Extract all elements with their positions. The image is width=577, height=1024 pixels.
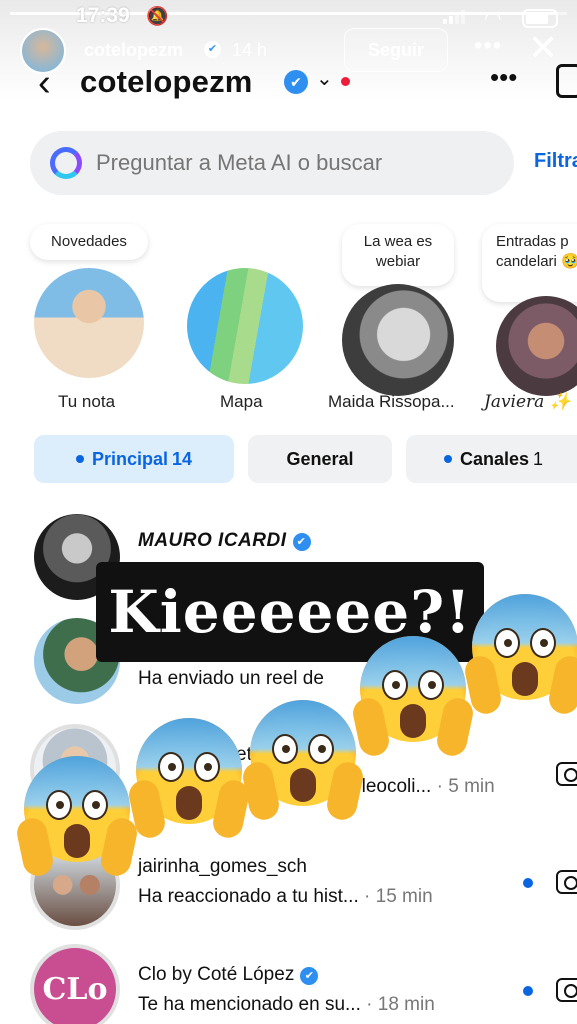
note-label: Tu nota — [58, 392, 116, 411]
verified-icon: ✔ — [292, 533, 311, 551]
face-screaming-in-fear-icon — [240, 700, 366, 823]
tab-count: 1 — [533, 448, 544, 469]
face-screaming-in-fear-icon — [14, 756, 140, 879]
story-more-icon[interactable]: ••• — [474, 32, 502, 60]
status-bar: 17:39 🔕 ◠ — [0, 4, 577, 30]
close-icon[interactable]: ✕ — [528, 30, 558, 66]
verified-icon: ✔ — [284, 70, 308, 94]
battery-icon — [522, 9, 558, 28]
conversation-name: Clo by Coté López ✔ — [138, 964, 319, 986]
avatar — [342, 284, 454, 396]
chevron-down-icon[interactable]: ⌄ — [316, 66, 333, 91]
note-bubble: Novedades — [30, 224, 148, 260]
search-input[interactable] — [96, 131, 496, 195]
tab-canales[interactable]: Canales 1 — [406, 435, 577, 483]
tab-label: General — [286, 448, 354, 469]
search-bar[interactable] — [30, 131, 514, 195]
notes-row: Novedades Tu nota Mapa La wea es webiar … — [0, 220, 577, 420]
avatar: CLo — [30, 944, 120, 1024]
compose-icon[interactable] — [556, 64, 577, 98]
tab-general[interactable]: General — [248, 435, 392, 483]
clo-logo: CLo — [42, 971, 108, 1007]
note-bubble-text: La wea es webiar — [363, 233, 433, 270]
inbox-header: ‹ cotelopezm ✔ ⌄ ••• — [0, 62, 577, 108]
unread-dot — [523, 986, 533, 996]
avatar — [34, 268, 144, 378]
more-icon[interactable]: ••• — [490, 62, 517, 93]
tab-label: Principal — [91, 448, 168, 469]
avatar — [496, 296, 577, 396]
tab-count: 14 — [172, 448, 193, 469]
note-label: Javiera ✨ — [484, 392, 571, 412]
face-screaming-in-fear-icon — [350, 636, 476, 759]
verified-icon: ✔ — [300, 967, 319, 985]
conversation-name: MAURO ICARDI ✔ — [138, 530, 311, 552]
conversation-preview: Ha reaccionado a tu hist... · 15 min — [138, 886, 433, 907]
page-title[interactable]: cotelopezm — [80, 64, 253, 100]
camera-icon[interactable] — [556, 762, 577, 786]
tab-label: Canales — [460, 448, 530, 469]
note-label: Maida Rissopa... — [328, 392, 455, 411]
note-bubble: La wea es webiar — [342, 224, 454, 286]
unread-dot — [523, 878, 533, 888]
mute-bell-icon: 🔕 — [146, 6, 169, 26]
story-age: 14 h — [232, 40, 268, 60]
tab-dot — [75, 455, 84, 463]
verified-icon: ✔ — [204, 41, 221, 58]
conversation-preview: Te ha mencionado en su... · 18 min — [138, 994, 435, 1015]
map-avatar — [187, 268, 303, 384]
conversation-name: jairinha_gomes_sch — [138, 856, 307, 877]
conversation-row[interactable]: CLo Clo by Coté López ✔ Te ha mencionado … — [0, 944, 577, 1024]
camera-icon[interactable] — [556, 870, 577, 894]
tab-dot — [444, 455, 452, 463]
meta-ai-icon — [50, 147, 82, 179]
face-screaming-in-fear-icon — [462, 594, 577, 717]
note-label: Mapa — [220, 392, 263, 411]
note-bubble-text: Entradas p candelari 🥹 — [496, 233, 577, 270]
tab-principal[interactable]: Principal 14 — [34, 435, 234, 483]
signal-icon — [443, 10, 465, 24]
face-screaming-in-fear-icon — [126, 718, 252, 841]
back-icon[interactable]: ‹ — [38, 64, 68, 104]
note-bubble-text: Novedades — [51, 233, 127, 250]
story-username[interactable]: cotelopezm — [84, 40, 183, 61]
notification-dot — [341, 77, 350, 86]
filter-link[interactable]: Filtra — [534, 150, 577, 173]
status-time: 17:39 — [76, 4, 130, 27]
note-bubble: Entradas p candelari 🥹 — [482, 224, 577, 302]
camera-icon[interactable] — [556, 978, 577, 1002]
